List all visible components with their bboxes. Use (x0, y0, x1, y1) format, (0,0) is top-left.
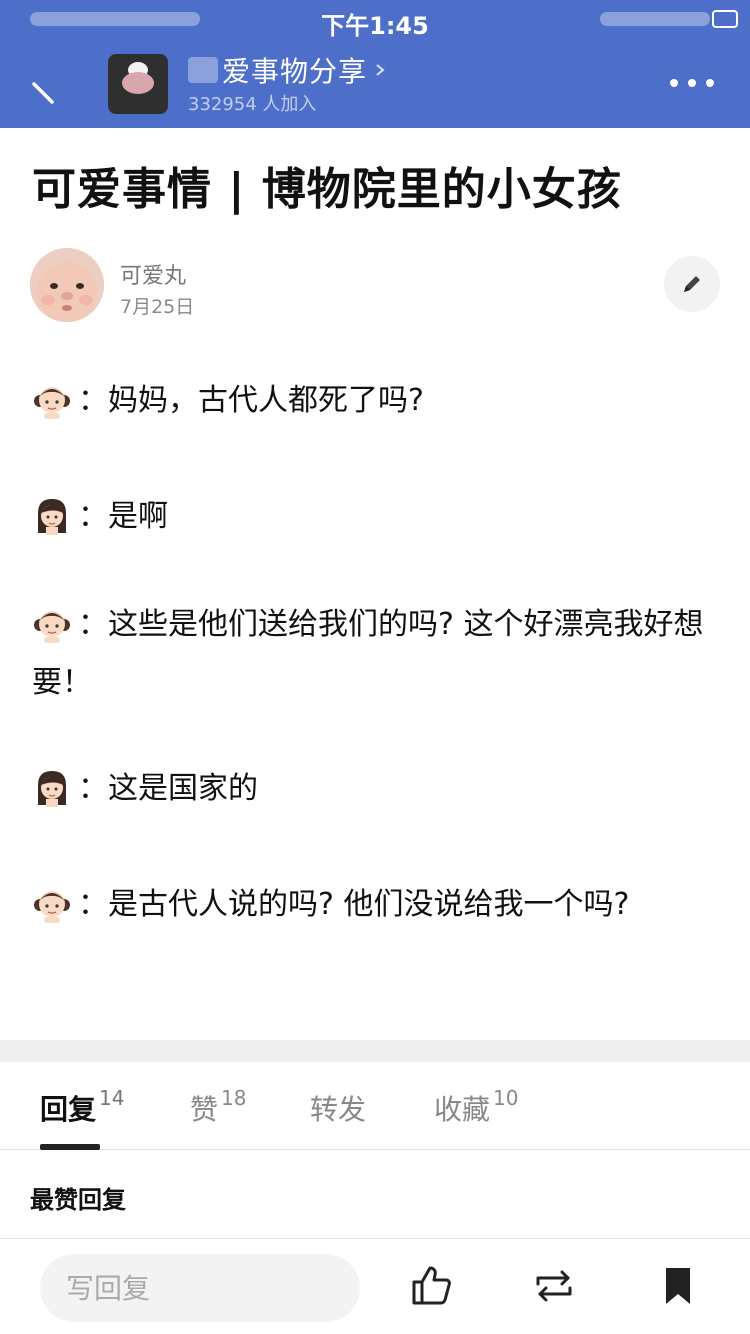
tab-label: 收藏 (434, 1093, 491, 1126)
thumbs-up-icon[interactable] (408, 1262, 456, 1310)
dialogue-text: ：这些是他们送给我们的吗? 这个好漂亮我好想要！ (32, 607, 704, 700)
author-name[interactable]: 可爱丸 (120, 258, 186, 290)
active-tab-indicator (40, 1144, 100, 1150)
tab-count: 10 (493, 1086, 519, 1110)
woman-emoji-icon (32, 767, 72, 807)
group-name-blurred (188, 57, 218, 83)
battery-icon (712, 10, 738, 28)
tab-count: 18 (221, 1086, 247, 1110)
tab-label: 转发 (310, 1093, 367, 1126)
tab-favorites[interactable]: 收藏 10 (434, 1086, 519, 1128)
post-date: 7月25日 (120, 296, 195, 318)
woman-emoji-icon (32, 495, 72, 535)
girl-emoji-icon (32, 603, 72, 643)
pencil-icon[interactable] (664, 256, 720, 312)
author-avatar[interactable] (30, 248, 104, 322)
status-indicators-blurred (600, 12, 710, 26)
back-arrow-icon[interactable] (22, 70, 66, 114)
tabs-bar: 回复 14 赞 18 转发 收藏 10 (0, 1062, 750, 1150)
group-avatar[interactable] (108, 54, 168, 114)
section-divider (0, 1040, 750, 1062)
tab-count: 14 (99, 1086, 125, 1110)
dialogue-line: ：是古代人说的吗? 他们没说给我一个吗? (32, 876, 722, 934)
post-title: 可爱事情 | 博物院里的小女孩 (32, 164, 622, 215)
girl-emoji-icon (32, 379, 72, 419)
chevron-right-icon (376, 64, 385, 76)
repost-icon[interactable] (530, 1262, 578, 1310)
dialogue-text: ：这是国家的 (78, 771, 258, 806)
dialogue-text: ：是古代人说的吗? 他们没说给我一个吗? (78, 887, 630, 922)
tab-reposts[interactable]: 转发 (310, 1088, 366, 1128)
more-dots-icon[interactable] (664, 68, 720, 98)
top-replies-label: 最赞回复 (30, 1186, 126, 1214)
dialogue-line: ：是啊 (32, 488, 722, 546)
bottom-divider (0, 1238, 750, 1239)
app-header: 下午1:45 爱事物分享 332954 人加入 (0, 0, 750, 128)
girl-emoji-icon (32, 883, 72, 923)
tab-label: 回复 (40, 1093, 97, 1126)
dialogue-line: ：妈妈，古代人都死了吗? (32, 372, 722, 430)
group-link[interactable]: 爱事物分享 (188, 52, 387, 88)
tab-replies[interactable]: 回复 14 (40, 1086, 125, 1128)
bookmark-icon[interactable] (654, 1262, 702, 1310)
group-member-count: 332954 人加入 (188, 94, 317, 115)
tab-label: 赞 (190, 1093, 219, 1126)
dialogue-text: ：妈妈，古代人都死了吗? (78, 383, 424, 418)
group-name: 爱事物分享 (222, 55, 368, 88)
reply-input[interactable] (40, 1254, 360, 1322)
dialogue-text: ：是啊 (78, 499, 168, 534)
status-bar: 下午1:45 (0, 0, 750, 40)
dialogue-line: ：这是国家的 (32, 760, 722, 818)
tab-likes[interactable]: 赞 18 (190, 1086, 247, 1128)
dialogue-line: ：这些是他们送给我们的吗? 这个好漂亮我好想要！ (32, 596, 722, 712)
